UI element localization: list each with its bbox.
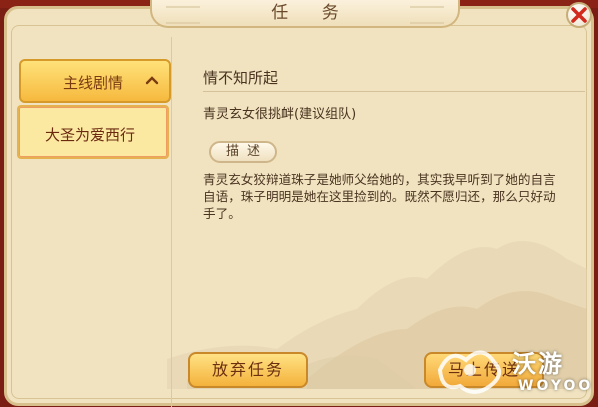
quest-item-selected[interactable]: 大圣为爱西行 [17,105,169,159]
category-main-story[interactable]: 主线剧情 [19,59,171,103]
quest-subtitle: 青灵玄女很挑衅(建议组队) [203,107,357,122]
window-title: 任 务 [271,3,353,23]
watermark-brand: 沃游 [512,350,564,378]
close-x-icon [571,7,587,23]
quest-title: 情不知所起 [203,69,279,87]
close-button[interactable] [566,2,592,28]
title-plaque: 任 务 [150,0,460,28]
quest-category-list: 主线剧情 大圣为爱西行 [15,37,172,407]
watermark-logo-icon [437,350,502,394]
title-decoration-left [166,6,200,24]
chevron-up-icon [145,76,159,85]
abandon-quest-button[interactable]: 放弃任务 [188,352,308,388]
quest-description: 青灵玄女狡辩道珠子是她师父给她的，其实我早听到了她的自言自语，珠子明明是她在这里… [203,172,556,221]
watermark-sub: WOYOO [518,378,594,394]
description-tag-label: 描述 [225,144,268,159]
category-label: 主线剧情 [63,74,124,92]
quest-item-label: 大圣为爱西行 [45,126,136,144]
description-tag: 描述 [209,141,277,163]
site-watermark: 沃游 WOYOO [430,336,596,406]
title-decoration-right [410,6,444,24]
title-divider [203,91,585,92]
